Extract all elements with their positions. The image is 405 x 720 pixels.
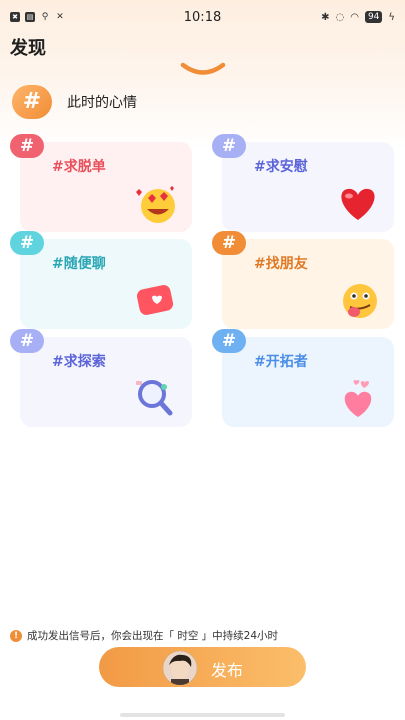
publish-button[interactable]: 发布 [99,647,306,687]
wifi-icon: ◠ [350,11,359,23]
topic-label: #求脱单 [52,159,106,175]
home-indicator[interactable] [120,713,285,717]
magnifier-icon [136,380,173,416]
topic-label: #随便聊 [52,256,106,272]
topic-card-dating[interactable]: # #求脱单 [10,134,192,232]
page-title: 发现 [10,38,46,59]
info-icon: ! [10,629,22,642]
hash-icon: # [10,231,44,255]
hash-icon: # [10,329,44,353]
topic-card-pioneer[interactable]: # #开拓者 [212,329,394,427]
topic-label: #求安慰 [254,159,308,175]
topic-card-explore[interactable]: # #求探索 [10,329,192,427]
topic-card-chat[interactable]: # #随便聊 [10,231,192,329]
chat-bubble-heart-icon [136,285,174,315]
status-right-icons: ✱ ◌ ◠ 94 ϟ [321,11,395,23]
tongue-emoji-icon [343,284,377,318]
mood-label: 此时的心情 [67,95,137,111]
topic-label: #开拓者 [254,354,308,370]
heart-eyes-emoji-icon [136,186,175,223]
heart-icon [341,188,375,220]
hash-icon: # [212,329,246,353]
charging-icon: ϟ [388,11,395,23]
chevron-down-icon[interactable] [180,62,226,78]
hash-icon: # [12,85,52,119]
pink-hearts-icon [344,380,372,417]
publish-label: 发布 [211,661,244,680]
avatar [163,651,197,685]
topic-card-friends[interactable]: # #找朋友 [212,231,394,329]
topic-card-comfort[interactable]: # #求安慰 [212,134,394,232]
status-bar: ✖ ▤ ⚲ ✕ 10:18 ✱ ◌ ◠ 94 ϟ [0,0,405,36]
topic-label: #求探索 [52,354,106,370]
battery-icon: 94 [364,11,383,23]
notice-text: 成功发出信号后，你会出现在「 时空 」中持续24小时 [27,630,279,642]
hash-icon: # [10,134,44,158]
bluetooth-icon: ✱ [321,11,330,23]
mute-icon: ◌ [335,11,345,23]
hash-icon: # [212,231,246,255]
notice: ! 成功发出信号后，你会出现在「 时空 」中持续24小时 [10,628,278,643]
hash-icon: # [212,134,246,158]
topic-label: #找朋友 [254,256,308,272]
mood-row[interactable]: # 此时的心情 [12,85,137,119]
